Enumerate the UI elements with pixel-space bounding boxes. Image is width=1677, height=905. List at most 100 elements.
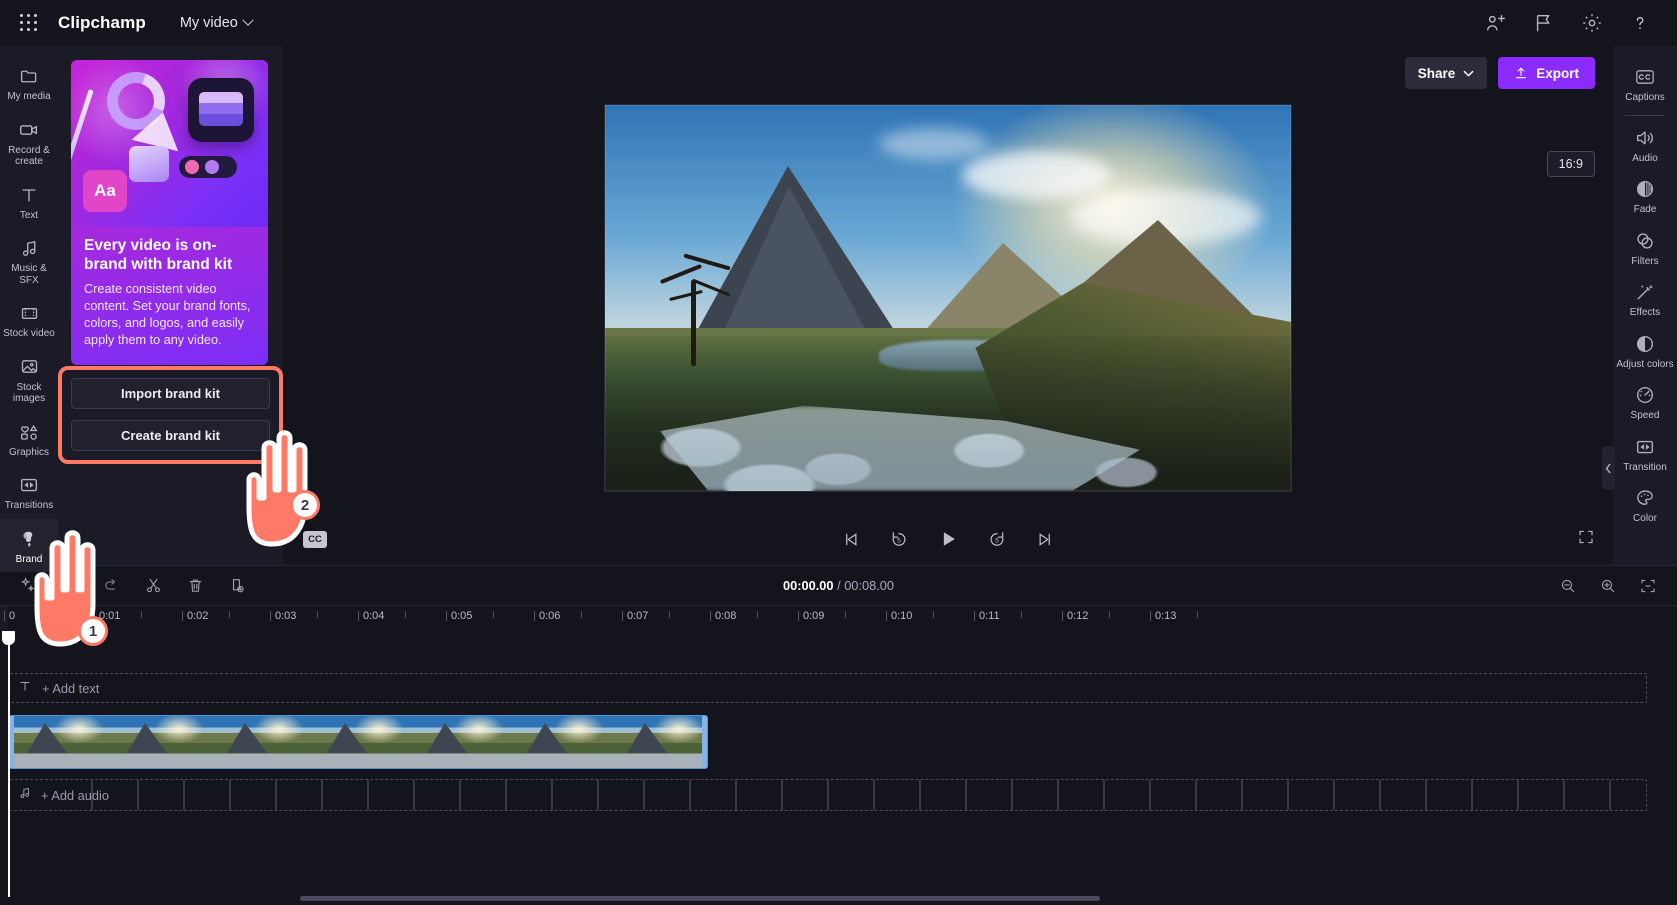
chevron-left-icon — [282, 463, 289, 474]
zoom-out-button[interactable] — [1559, 577, 1577, 595]
video-clip[interactable] — [8, 715, 708, 769]
captions-toggle-button[interactable]: CC — [303, 531, 327, 548]
create-brand-kit-button[interactable]: Create brand kit — [71, 420, 270, 451]
tool-label: Filters — [1614, 256, 1676, 268]
sidebar-item-stock-video[interactable]: Stock video — [0, 293, 58, 347]
upload-icon — [1514, 66, 1528, 80]
tool-effects[interactable]: Effects — [1613, 273, 1677, 325]
gear-settings-icon[interactable] — [1581, 12, 1603, 34]
tool-adjust-colors[interactable]: Adjust colors — [1613, 325, 1677, 377]
timeline-ruler[interactable]: 0 0:01 0:02 0:03 0:04 0:05 0:06 0:07 0:0… — [0, 605, 1677, 631]
sidebar-item-label: My media — [1, 91, 57, 103]
sidebar-item-label: Brand — [1, 554, 57, 566]
tool-fade[interactable]: Fade — [1613, 170, 1677, 222]
tool-captions[interactable]: Captions — [1613, 58, 1677, 110]
sidebar-item-my-media[interactable]: My media — [0, 56, 58, 110]
collaborate-icon[interactable] — [1485, 12, 1507, 34]
rewind-5s-button[interactable]: 5 — [889, 529, 909, 549]
text-T-icon — [18, 679, 32, 698]
ruler-tick: 0:03 — [275, 610, 296, 622]
ruler-minor-tick — [1021, 611, 1022, 618]
sidebar-item-text[interactable]: Text — [0, 175, 58, 229]
folder-icon — [19, 65, 40, 87]
timeline-tool-group — [14, 573, 250, 599]
duplicate-add-button[interactable] — [224, 573, 250, 599]
tool-audio[interactable]: Audio — [1613, 119, 1677, 171]
tool-speed[interactable]: Speed — [1613, 376, 1677, 428]
total-time: 00:08.00 — [844, 578, 894, 593]
flag-feedback-icon[interactable] — [1533, 12, 1555, 34]
ruler-tick: 0:06 — [539, 610, 560, 622]
sidebar-item-transitions[interactable]: Transitions — [0, 465, 58, 519]
playhead-knob[interactable] — [2, 631, 15, 645]
panel-collapse-handle[interactable] — [279, 446, 292, 490]
sidebar-item-graphics[interactable]: Graphics — [0, 412, 58, 466]
delete-button[interactable] — [182, 573, 208, 599]
timeline-horizontal-scrollbar[interactable] — [300, 896, 1100, 901]
chevron-down-icon — [242, 15, 253, 26]
aspect-ratio-label: 16:9 — [1559, 157, 1583, 171]
redo-button[interactable] — [98, 573, 124, 599]
export-button[interactable]: Export — [1498, 57, 1595, 89]
card-decoration — [188, 78, 254, 142]
sidebar-item-stock-images[interactable]: Stock images — [0, 347, 58, 412]
tool-color[interactable]: Color — [1613, 479, 1677, 531]
left-navigation-rail: My media Record & create Text — [0, 46, 58, 565]
shapes-icon — [18, 421, 40, 443]
cloud — [962, 151, 1112, 199]
skip-to-start-button[interactable] — [842, 530, 861, 549]
right-rail-collapse-handle[interactable] — [1602, 446, 1615, 490]
sidebar-item-brand[interactable]: Brand — [0, 519, 58, 573]
palette-icon — [1634, 487, 1656, 509]
editor-body: My media Record & create Text — [0, 46, 1677, 565]
magic-suggestions-button[interactable] — [14, 573, 40, 599]
aspect-ratio-button[interactable]: 16:9 — [1547, 151, 1595, 177]
split-button[interactable] — [140, 573, 166, 599]
clip-thumbnail — [209, 716, 309, 768]
undo-button[interactable] — [56, 573, 82, 599]
tool-transition[interactable]: Transition — [1613, 428, 1677, 480]
music-note-icon — [18, 786, 32, 805]
triangle-decoration — [132, 107, 187, 152]
ruler-tick: 0:08 — [715, 610, 736, 622]
typography-aa-icon: Aa — [83, 170, 127, 212]
timeline-zoom-controls — [1559, 577, 1663, 595]
fullscreen-button[interactable] — [1577, 528, 1595, 551]
tool-filters[interactable]: Filters — [1613, 222, 1677, 274]
timeline: 00:00.00 / 00:08.00 — [0, 565, 1677, 905]
sidebar-item-music-sfx[interactable]: Music & SFX — [0, 228, 58, 293]
share-button[interactable]: Share — [1405, 57, 1488, 89]
zoom-in-button[interactable] — [1599, 577, 1617, 595]
sidebar-item-record-create[interactable]: Record & create — [0, 110, 58, 175]
share-label: Share — [1418, 66, 1456, 81]
export-label: Export — [1536, 66, 1579, 81]
video-preview[interactable] — [605, 105, 1291, 491]
fit-to-timeline-button[interactable] — [1639, 577, 1657, 595]
skip-to-end-button[interactable] — [1035, 530, 1054, 549]
ruler-tick: 0 — [9, 610, 15, 622]
play-button[interactable] — [937, 528, 959, 550]
ruler-minor-tick — [141, 611, 142, 618]
add-text-track[interactable]: + Add text — [8, 673, 1647, 703]
ruler-minor-tick — [493, 611, 494, 618]
add-audio-track[interactable]: + Add audio — [8, 779, 1647, 811]
app-launcher-icon[interactable] — [14, 8, 44, 38]
tube-decoration — [129, 146, 169, 182]
help-icon[interactable] — [1629, 12, 1651, 34]
forward-5s-button[interactable]: 5 — [987, 529, 1007, 549]
timeline-playhead[interactable] — [8, 631, 10, 897]
brand-kit-panel: Aa Every video is on-brand with brand ki… — [58, 46, 283, 565]
import-brand-kit-button[interactable]: Import brand kit — [71, 378, 270, 409]
sidebar-item-label: Transitions — [1, 500, 57, 512]
right-properties-rail: Captions Audio — [1613, 46, 1677, 565]
player-controls-bar: CC 5 — [283, 513, 1613, 565]
clip-trim-handle-right[interactable] — [702, 716, 707, 768]
tool-label: Fade — [1614, 204, 1676, 216]
ruler-minor-tick — [669, 611, 670, 618]
tool-label: Transition — [1614, 462, 1676, 474]
pill-decoration — [179, 156, 237, 178]
clip-thumbnail — [9, 716, 109, 768]
project-name-dropdown[interactable]: My video — [180, 15, 252, 31]
filters-overlap-icon — [1634, 230, 1656, 252]
promo-text-block: Every video is on-brand with brand kit C… — [71, 227, 268, 365]
